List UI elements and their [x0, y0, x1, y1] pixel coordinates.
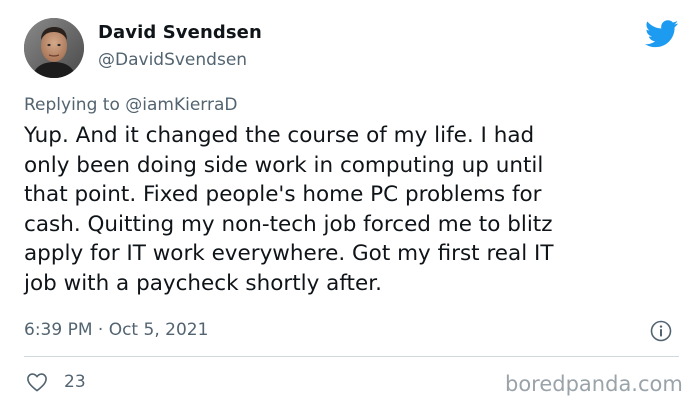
- like-count[interactable]: 23: [64, 372, 86, 392]
- tweet-timestamp[interactable]: 6:39 PM · Oct 5, 2021: [24, 320, 208, 340]
- tweet-text: Yup. And it changed the course of my lif…: [24, 121, 684, 298]
- heart-icon[interactable]: [26, 372, 48, 392]
- tweet-text-line: apply for IT work everywhere. Got my fir…: [24, 241, 554, 266]
- tweet-card: David Svendsen @DavidSvendsen Replying t…: [0, 0, 700, 410]
- tweet-text-line: cash. Quitting my non-tech job forced me…: [24, 211, 553, 237]
- author-display-name[interactable]: David Svendsen: [98, 22, 262, 43]
- twitter-bird-icon[interactable]: [645, 20, 679, 48]
- tweet-text-line: only been doing side work in computing u…: [24, 152, 544, 178]
- avatar[interactable]: [24, 18, 84, 78]
- author-handle[interactable]: @DavidSvendsen: [98, 50, 247, 70]
- tweet-text-line: that point. Fixed people's home PC probl…: [24, 182, 542, 207]
- profile-photo-icon: [24, 18, 84, 78]
- tweet-text-line: Yup. And it changed the course of my lif…: [24, 123, 535, 148]
- tweet-text-line: job with a paycheck shortly after.: [24, 270, 382, 296]
- replying-to-label[interactable]: Replying to @iamKierraD: [24, 95, 237, 115]
- watermark: boredpanda.com: [505, 372, 683, 396]
- info-icon[interactable]: [650, 320, 672, 342]
- divider: [24, 356, 679, 357]
